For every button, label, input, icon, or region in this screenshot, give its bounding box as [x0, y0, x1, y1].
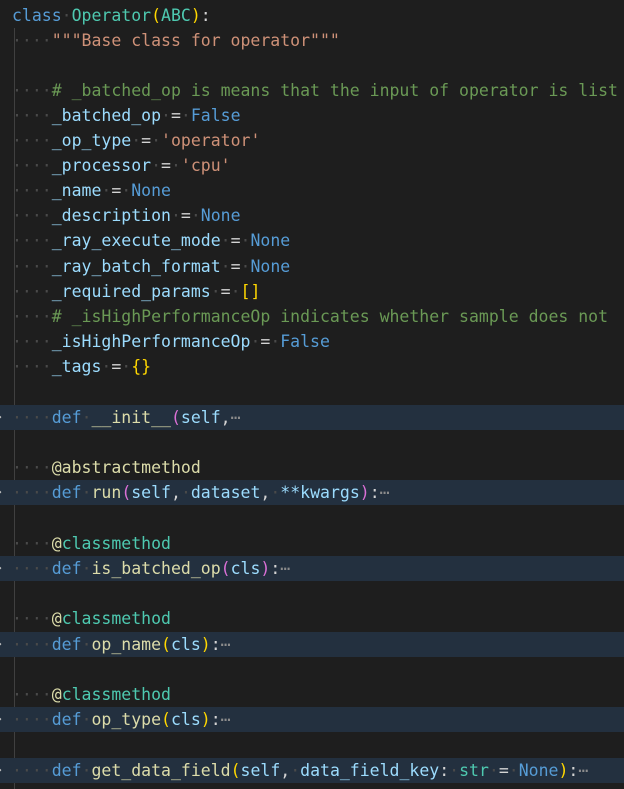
- code-line-is-high-perf[interactable]: ····_isHighPerformanceOp·=·False: [0, 329, 624, 354]
- fold-chevron-icon[interactable]: ›: [0, 632, 2, 657]
- docstring: """Base class for operator""": [51, 31, 340, 50]
- attr-name: _ray_execute_mode: [51, 231, 221, 250]
- function-name: get_data_field: [91, 761, 231, 780]
- attr-name: _processor: [51, 156, 152, 175]
- fold-chevron-icon[interactable]: ›: [0, 480, 2, 505]
- class-name: Operator: [71, 6, 152, 25]
- function-name: op_type: [91, 710, 162, 729]
- attr-value: {}: [131, 357, 152, 376]
- code-line-is-batched-op-folded[interactable]: › ····def·is_batched_op(cls):⋯: [0, 556, 624, 582]
- code-line-processor[interactable]: ····_processor·=·'cpu': [0, 153, 624, 178]
- attr-value: None: [200, 206, 241, 225]
- decorator: classmethod: [61, 534, 171, 553]
- attr-name: _description: [51, 206, 171, 225]
- folded-ellipsis[interactable]: ⋯: [380, 483, 390, 502]
- code-line-op-name-folded[interactable]: › ····def·op_name(cls):⋯: [0, 632, 624, 658]
- code-line-tags[interactable]: ····_tags·=·{}: [0, 354, 624, 379]
- attr-value: 'cpu': [180, 156, 231, 175]
- code-line-ray-batch-format[interactable]: ····_ray_batch_format·=·None: [0, 254, 624, 279]
- fold-chevron-icon[interactable]: ›: [0, 556, 2, 581]
- code-line-op-type-folded[interactable]: › ····def·op_type(cls):⋯: [0, 707, 624, 733]
- attr-name: _required_params: [51, 282, 211, 301]
- code-line-comment-batched[interactable]: ····# _batched_op is means that the inpu…: [0, 78, 624, 103]
- folded-ellipsis[interactable]: ⋯: [578, 761, 588, 780]
- fold-chevron-icon[interactable]: ›: [0, 707, 2, 732]
- fold-chevron-icon[interactable]: ›: [0, 405, 2, 430]
- folded-ellipsis[interactable]: ⋯: [221, 710, 231, 729]
- attr-value: False: [190, 106, 241, 125]
- code-line-get-data-field-folded[interactable]: › ····def·get_data_field(self,·data_fiel…: [0, 758, 624, 784]
- attr-value: None: [250, 257, 291, 276]
- attr-name: _ray_batch_format: [51, 257, 221, 276]
- code-line-init-folded[interactable]: › ····def·__init__(self,⋯: [0, 405, 624, 431]
- code-line-docstring[interactable]: ····"""Base class for operator""": [0, 28, 624, 53]
- folded-ellipsis[interactable]: ⋯: [280, 559, 290, 578]
- code-line-classmethod-decorator[interactable]: ····@classmethod: [0, 682, 624, 707]
- fold-chevron-icon[interactable]: ›: [0, 758, 2, 783]
- folded-ellipsis[interactable]: ⋯: [231, 408, 241, 427]
- code-line-name[interactable]: ····_name·=·None: [0, 178, 624, 203]
- code-line-ray-execute-mode[interactable]: ····_ray_execute_mode·=·None: [0, 228, 624, 253]
- decorator: @abstractmethod: [51, 458, 201, 477]
- code-editor[interactable]: class·Operator(ABC): ····"""Base class f…: [0, 0, 624, 789]
- attr-name: _op_type: [51, 131, 132, 150]
- code-line-abstract-decorator[interactable]: ····@abstractmethod: [0, 455, 624, 480]
- code-line-classmethod-decorator[interactable]: ····@classmethod: [0, 531, 624, 556]
- function-name: is_batched_op: [91, 559, 221, 578]
- function-name: op_name: [91, 635, 162, 654]
- decorator: classmethod: [61, 685, 171, 704]
- code-line-description[interactable]: ····_description·=·None: [0, 203, 624, 228]
- function-name: run: [91, 483, 122, 502]
- code-line-required-params[interactable]: ····_required_params·=·[]: [0, 279, 624, 304]
- code-line-classmethod-decorator[interactable]: ····@classmethod: [0, 606, 624, 631]
- comment-batched: # _batched_op is means that the input of…: [51, 81, 618, 100]
- attr-name: _name: [51, 181, 102, 200]
- attr-value: None: [250, 231, 291, 250]
- code-line-comment-high-perf[interactable]: ····# _isHighPerformanceOp indicates whe…: [0, 304, 624, 329]
- base-class: ABC: [161, 6, 191, 25]
- code-line-class-def[interactable]: class·Operator(ABC):: [0, 3, 624, 28]
- attr-name: _tags: [51, 357, 102, 376]
- attr-value: []: [240, 282, 261, 301]
- attr-value: None: [131, 181, 171, 200]
- attr-name: _batched_op: [51, 106, 162, 125]
- folded-ellipsis[interactable]: ⋯: [221, 635, 231, 654]
- attr-name: _isHighPerformanceOp: [51, 332, 251, 351]
- comment-high-perf: # _isHighPerformanceOp indicates whether…: [51, 307, 609, 326]
- decorator: classmethod: [61, 609, 171, 628]
- code-line-op-type[interactable]: ····_op_type·=·'operator': [0, 128, 624, 153]
- function-name: __init__: [91, 408, 171, 427]
- attr-value: 'operator': [161, 131, 261, 150]
- code-line-batched-op[interactable]: ····_batched_op·=·False: [0, 103, 624, 128]
- code-line-run-folded[interactable]: › ····def·run(self,·dataset,·**kwargs):⋯: [0, 480, 624, 506]
- class-keyword: class: [12, 6, 62, 25]
- attr-value: False: [280, 332, 330, 351]
